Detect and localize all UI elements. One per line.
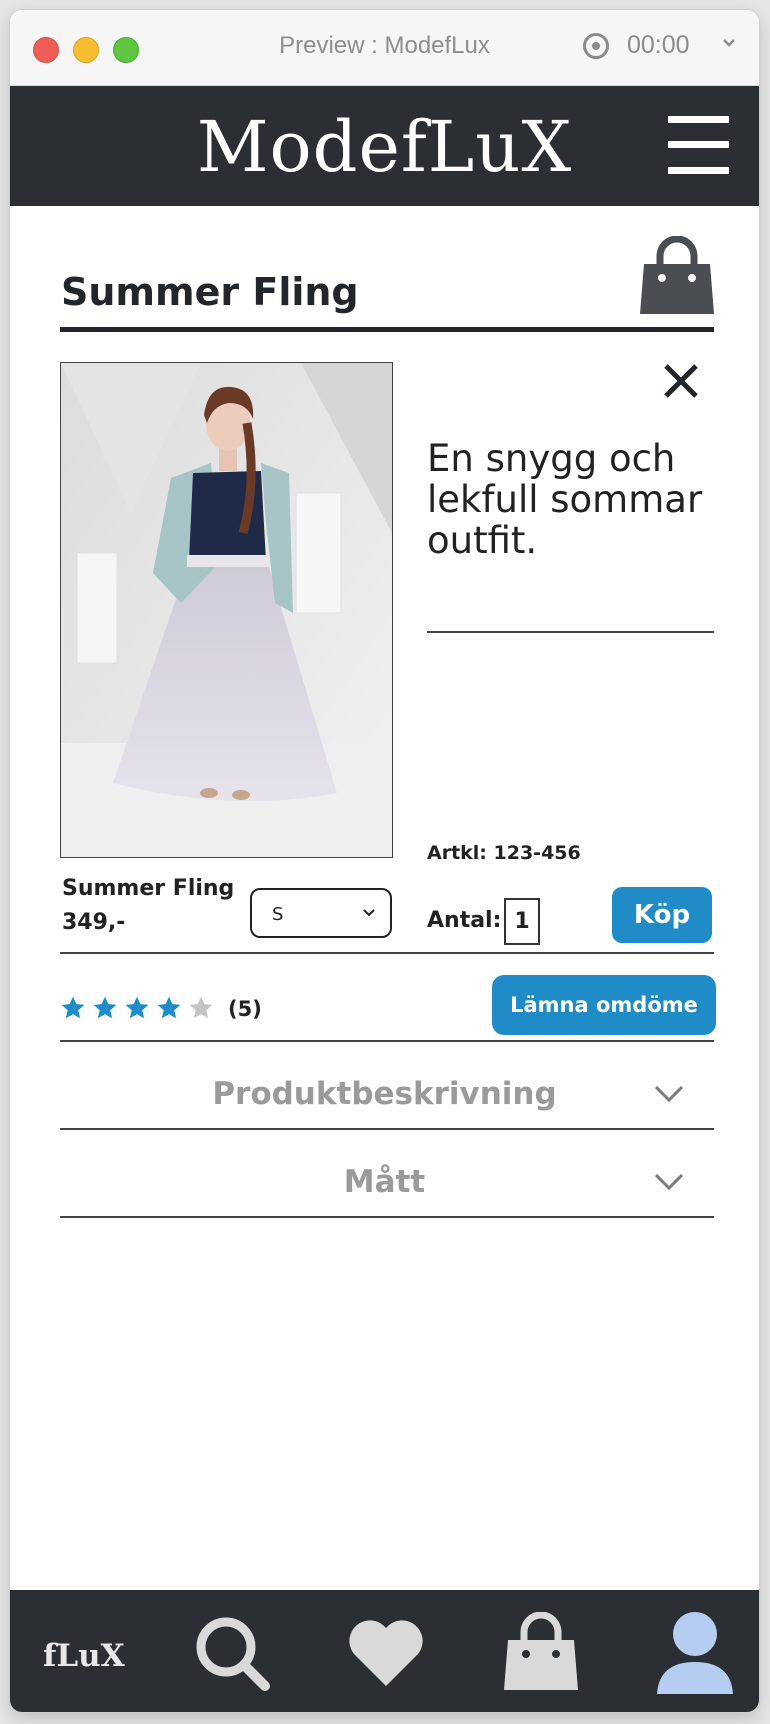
chevron-down-icon[interactable] — [653, 1172, 685, 1192]
nav-brand-logo[interactable]: fLuX — [43, 1638, 125, 1674]
accordion-divider — [60, 1128, 714, 1130]
app-window: Preview : ModefLux 00:00 ModefLuX Summer… — [10, 10, 759, 1712]
search-icon[interactable] — [193, 1614, 273, 1694]
accordion-measurements[interactable]: Mått — [10, 1164, 759, 1200]
profile-icon[interactable] — [655, 1610, 735, 1696]
purchase-divider — [60, 952, 714, 954]
chevron-down-icon — [363, 909, 375, 917]
bag-icon[interactable] — [502, 1612, 580, 1692]
quantity-input[interactable]: 1 — [504, 898, 540, 945]
star-filled-icon — [93, 996, 117, 1019]
rating-divider — [60, 1040, 714, 1042]
buy-button[interactable]: Köp — [612, 887, 712, 943]
product-short-description: En snygg och lekfull sommar outfit. — [427, 437, 703, 562]
star-filled-icon — [125, 996, 149, 1019]
star-filled-icon — [61, 996, 85, 1019]
brand-logo[interactable]: ModefLuX — [10, 112, 759, 182]
page-title: Summer Fling — [61, 270, 359, 314]
product-image[interactable] — [60, 362, 393, 858]
shopping-bag-icon[interactable] — [638, 236, 716, 316]
chevron-down-icon[interactable] — [722, 38, 736, 48]
accordion-product-description[interactable]: Produktbeskrivning — [10, 1076, 759, 1112]
size-select[interactable]: S — [250, 888, 392, 938]
timer-readout: 00:00 — [627, 31, 690, 59]
title-divider — [60, 327, 714, 332]
app-header: ModefLuX — [10, 86, 759, 206]
quantity-label: Antal: — [427, 908, 502, 933]
product-price: 349,- — [62, 910, 126, 935]
article-number: Artkl: 123-456 — [427, 842, 581, 864]
close-icon[interactable] — [662, 362, 700, 400]
star-empty-icon — [189, 996, 213, 1019]
record-icon[interactable] — [583, 33, 609, 59]
product-name: Summer Fling — [62, 876, 235, 901]
chevron-down-icon[interactable] — [653, 1084, 685, 1104]
window-titlebar: Preview : ModefLux 00:00 — [10, 10, 759, 86]
size-select-value: S — [272, 904, 284, 925]
accordion-divider — [60, 1216, 714, 1218]
heart-icon[interactable] — [346, 1616, 426, 1688]
review-count: (5) — [228, 997, 262, 1021]
description-divider — [427, 631, 714, 633]
write-review-button[interactable]: Lämna omdöme — [492, 975, 716, 1035]
star-filled-icon — [157, 996, 181, 1019]
menu-icon[interactable] — [668, 116, 729, 174]
